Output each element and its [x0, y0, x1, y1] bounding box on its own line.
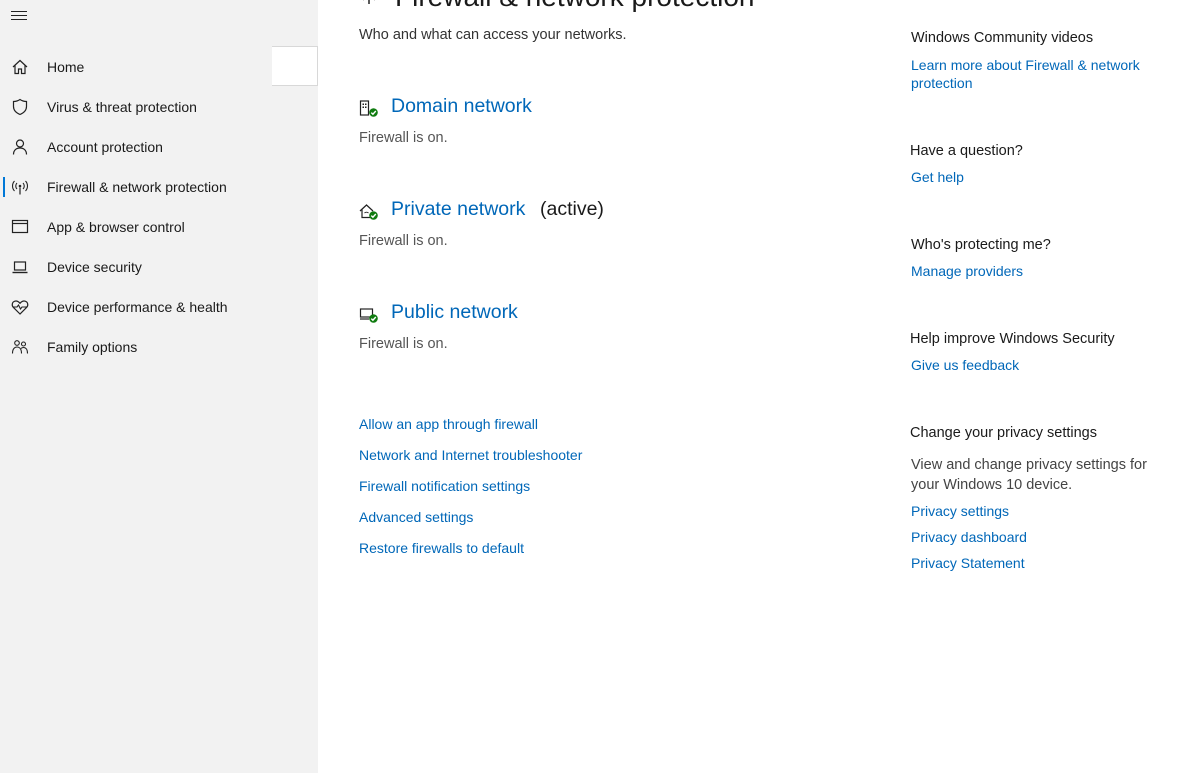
- sidebar-item-label: Family options: [47, 339, 138, 355]
- sidebar-item-label: App & browser control: [47, 219, 185, 235]
- private-network-section: Private network (active) Firewall is on.: [359, 198, 839, 263]
- sidebar-item-device-performance[interactable]: Device performance & health: [0, 287, 318, 327]
- sidebar-item-virus-threat[interactable]: Virus & threat protection: [0, 87, 318, 127]
- firewall-notification-settings-link[interactable]: Firewall notification settings: [359, 478, 530, 494]
- privacy-heading: Change your privacy settings: [910, 425, 1097, 441]
- manage-providers-link[interactable]: Manage providers: [911, 262, 1161, 280]
- page-subtitle: Who and what can access your networks.: [359, 27, 627, 43]
- sidebar-item-label: Firewall & network protection: [47, 179, 227, 195]
- public-network-section: Public network Firewall is on.: [359, 301, 839, 366]
- private-network-icon: [359, 203, 379, 221]
- page-title: Firewall & network protection: [359, 0, 754, 13]
- family-icon: [11, 338, 29, 356]
- laptop-icon: [11, 258, 29, 276]
- active-badge: (active): [540, 198, 604, 220]
- network-troubleshooter-link[interactable]: Network and Internet troubleshooter: [359, 447, 582, 463]
- allow-app-link[interactable]: Allow an app through firewall: [359, 416, 538, 432]
- public-network-link[interactable]: Public network: [391, 301, 518, 324]
- sidebar-item-label: Account protection: [47, 139, 163, 155]
- domain-network-section: Domain network Firewall is on.: [359, 95, 839, 160]
- domain-network-status: Firewall is on.: [359, 130, 448, 146]
- domain-network-link[interactable]: Domain network: [391, 95, 532, 118]
- person-icon: [11, 138, 29, 156]
- navigation-sidebar: Home Virus & threat protection Account p…: [0, 0, 318, 773]
- privacy-description: View and change privacy settings for you…: [911, 457, 1147, 493]
- community-videos-heading: Windows Community videos: [911, 30, 1094, 46]
- sidebar-item-device-security[interactable]: Device security: [0, 247, 318, 287]
- sidebar-item-label: Device security: [47, 259, 142, 275]
- domain-network-icon: [359, 100, 379, 118]
- private-network-link[interactable]: Private network: [391, 198, 525, 221]
- sidebar-item-home[interactable]: Home: [0, 47, 318, 87]
- antenna-icon: [359, 0, 379, 4]
- hamburger-icon[interactable]: [11, 11, 27, 25]
- sidebar-item-label: Device performance & health: [47, 299, 228, 315]
- sidebar-item-label: Home: [47, 59, 85, 75]
- question-heading: Have a question?: [910, 143, 1023, 159]
- get-help-link[interactable]: Get help: [911, 168, 1161, 186]
- privacy-statement-link[interactable]: Privacy Statement: [911, 554, 1161, 572]
- protecting-heading: Who's protecting me?: [911, 237, 1051, 253]
- heart-pulse-icon: [11, 298, 29, 316]
- learn-more-link[interactable]: Learn more about Firewall & network prot…: [911, 56, 1161, 92]
- antenna-icon: [11, 178, 29, 196]
- restore-firewalls-link[interactable]: Restore firewalls to default: [359, 540, 524, 556]
- sidebar-item-app-browser[interactable]: App & browser control: [0, 207, 318, 247]
- privacy-dashboard-link[interactable]: Privacy dashboard: [911, 528, 1161, 546]
- sidebar-item-family-options[interactable]: Family options: [0, 327, 318, 367]
- sidebar-item-firewall[interactable]: Firewall & network protection: [0, 167, 318, 207]
- improve-heading: Help improve Windows Security: [910, 331, 1115, 347]
- sidebar-item-account-protection[interactable]: Account protection: [0, 127, 318, 167]
- sidebar-item-label: Virus & threat protection: [47, 99, 197, 115]
- shield-icon: [11, 98, 29, 116]
- browser-window-icon: [11, 218, 29, 236]
- give-feedback-link[interactable]: Give us feedback: [911, 356, 1161, 374]
- home-icon: [11, 58, 29, 76]
- public-network-status: Firewall is on.: [359, 336, 448, 352]
- public-network-icon: [359, 306, 379, 324]
- private-network-status: Firewall is on.: [359, 233, 448, 249]
- advanced-settings-link[interactable]: Advanced settings: [359, 509, 473, 525]
- privacy-settings-link[interactable]: Privacy settings: [911, 502, 1161, 520]
